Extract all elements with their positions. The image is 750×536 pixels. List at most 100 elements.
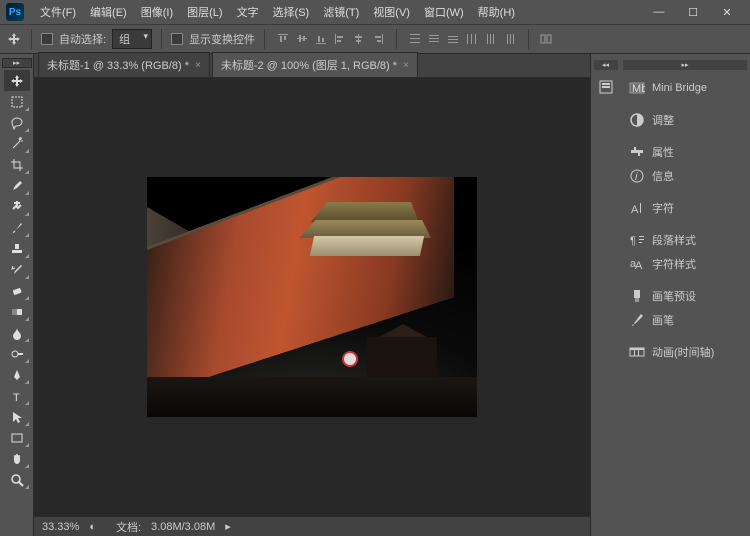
panel-label: 动画(时间轴) <box>652 344 714 360</box>
tab-doc-2[interactable]: 未标题-2 @ 100% (图层 1, RGB/8) * × <box>212 52 418 77</box>
menu-help[interactable]: 帮助(H) <box>472 1 521 23</box>
svg-text:T: T <box>13 392 20 403</box>
svg-text:A: A <box>631 204 639 216</box>
status-menu-icon[interactable]: ▸ <box>225 520 231 533</box>
mb-icon: Mb <box>628 80 646 96</box>
auto-select-target[interactable]: 组 <box>112 29 152 49</box>
panel-timeline[interactable]: 动画(时间轴) <box>620 340 750 364</box>
menu-layer[interactable]: 图层(L) <box>181 1 228 23</box>
menu-edit[interactable]: 编辑(E) <box>84 1 133 23</box>
align-top-icon[interactable] <box>274 30 292 48</box>
align-right-icon[interactable] <box>369 30 387 48</box>
move-tool-icon <box>6 31 22 47</box>
auto-select-checkbox[interactable] <box>41 33 53 45</box>
dist-top-icon[interactable] <box>406 30 424 48</box>
zoom-value[interactable]: 33.33% <box>42 521 79 533</box>
move-tool[interactable] <box>4 70 30 91</box>
title-bar: Ps 文件(F) 编辑(E) 图像(I) 图层(L) 文字 选择(S) 滤镜(T… <box>0 0 750 24</box>
dist-hcenter-icon[interactable] <box>482 30 500 48</box>
hand-tool[interactable] <box>4 448 30 469</box>
type-tool[interactable]: T <box>4 385 30 406</box>
menu-filter[interactable]: 滤镜(T) <box>317 1 365 23</box>
brush-icon <box>628 312 646 328</box>
minimize-button[interactable]: — <box>646 5 672 19</box>
history-panel-icon[interactable] <box>595 76 617 98</box>
menu-type[interactable]: 文字 <box>231 1 265 23</box>
right-icon-strip: ◂◂ <box>590 54 620 536</box>
align-hcenter-icon[interactable] <box>350 30 368 48</box>
tool-collapse-toggle[interactable]: ▸▸ <box>2 58 32 68</box>
canvas-image <box>147 177 477 417</box>
para-icon: ¶ <box>628 232 646 248</box>
options-bar: 自动选择: 组 显示变换控件 <box>0 24 750 54</box>
brush-tool[interactable] <box>4 217 30 238</box>
menu-window[interactable]: 窗口(W) <box>418 1 470 23</box>
right-collapse-1[interactable]: ◂◂ <box>594 60 618 70</box>
align-vcenter-icon[interactable] <box>293 30 311 48</box>
gradient-tool[interactable] <box>4 301 30 322</box>
preset-icon <box>628 288 646 304</box>
auto-select-label: 自动选择: <box>59 31 106 47</box>
window-controls: — ☐ ✕ <box>646 5 740 19</box>
info-icon: i <box>628 168 646 184</box>
svg-text:Mb: Mb <box>632 83 645 95</box>
path-select-tool[interactable] <box>4 406 30 427</box>
align-group-1 <box>274 30 387 48</box>
dist-right-icon[interactable] <box>501 30 519 48</box>
menu-image[interactable]: 图像(I) <box>135 1 179 23</box>
panel-props[interactable]: 属性 <box>620 140 750 164</box>
eraser-tool[interactable] <box>4 280 30 301</box>
zoom-tool[interactable] <box>4 469 30 490</box>
stamp-tool[interactable] <box>4 238 30 259</box>
close-tab-1-icon[interactable]: × <box>195 60 201 71</box>
canvas-viewport[interactable] <box>34 78 590 516</box>
marquee-tool[interactable] <box>4 91 30 112</box>
distribute-group <box>406 30 519 48</box>
dodge-tool[interactable] <box>4 343 30 364</box>
lasso-tool[interactable] <box>4 112 30 133</box>
panel-char[interactable]: A字符 <box>620 196 750 220</box>
svg-text:A: A <box>635 260 643 272</box>
dist-bottom-icon[interactable] <box>444 30 462 48</box>
maximize-button[interactable]: ☐ <box>680 5 706 19</box>
document-tabs: 未标题-1 @ 33.3% (RGB/8) *× 未标题-2 @ 100% (图… <box>34 54 590 78</box>
close-button[interactable]: ✕ <box>714 5 740 19</box>
status-preview-icon[interactable]: ◐ <box>89 521 96 533</box>
panel-adjust[interactable]: 调整 <box>620 108 750 132</box>
auto-align-icon[interactable] <box>538 30 556 48</box>
panel-label: Mini Bridge <box>652 82 707 94</box>
panel-cstyle[interactable]: aA字符样式 <box>620 252 750 276</box>
status-bar: 33.33% ◐ 文档: 3.08M/3.08M ▸ <box>34 516 590 536</box>
shape-tool[interactable] <box>4 427 30 448</box>
doc-size-label: 文档: <box>116 519 141 535</box>
menu-file[interactable]: 文件(F) <box>34 1 82 23</box>
panel-info[interactable]: i 信息 <box>620 164 750 188</box>
heal-tool[interactable] <box>4 196 30 217</box>
panel-label: 信息 <box>652 168 674 184</box>
panel-brush[interactable]: 画笔 <box>620 308 750 332</box>
canvas[interactable] <box>147 177 477 417</box>
menu-select[interactable]: 选择(S) <box>267 1 316 23</box>
wand-tool[interactable] <box>4 133 30 154</box>
tab-doc-1[interactable]: 未标题-1 @ 33.3% (RGB/8) *× <box>38 52 210 77</box>
blur-tool[interactable] <box>4 322 30 343</box>
tool-panel: ▸▸ T <box>0 54 34 536</box>
eyedropper-tool[interactable] <box>4 175 30 196</box>
show-transform-checkbox[interactable] <box>171 33 183 45</box>
cstyle-icon: aA <box>628 256 646 272</box>
panel-preset[interactable]: 画笔预设 <box>620 284 750 308</box>
history-brush-tool[interactable] <box>4 259 30 280</box>
close-tab-2-icon[interactable]: × <box>403 60 409 71</box>
right-collapse-2[interactable]: ▸▸ <box>623 60 747 70</box>
panel-para[interactable]: ¶段落样式 <box>620 228 750 252</box>
align-left-icon[interactable] <box>331 30 349 48</box>
dist-left-icon[interactable] <box>463 30 481 48</box>
pen-tool[interactable] <box>4 364 30 385</box>
crop-tool[interactable] <box>4 154 30 175</box>
dist-vcenter-icon[interactable] <box>425 30 443 48</box>
panel-mb[interactable]: Mb Mini Bridge <box>620 76 750 100</box>
tab-doc-2-label: 未标题-2 @ 100% (图层 1, RGB/8) * <box>221 57 397 73</box>
align-bottom-icon[interactable] <box>312 30 330 48</box>
menu-view[interactable]: 视图(V) <box>367 1 416 23</box>
menu-bar: 文件(F) 编辑(E) 图像(I) 图层(L) 文字 选择(S) 滤镜(T) 视… <box>34 1 646 23</box>
